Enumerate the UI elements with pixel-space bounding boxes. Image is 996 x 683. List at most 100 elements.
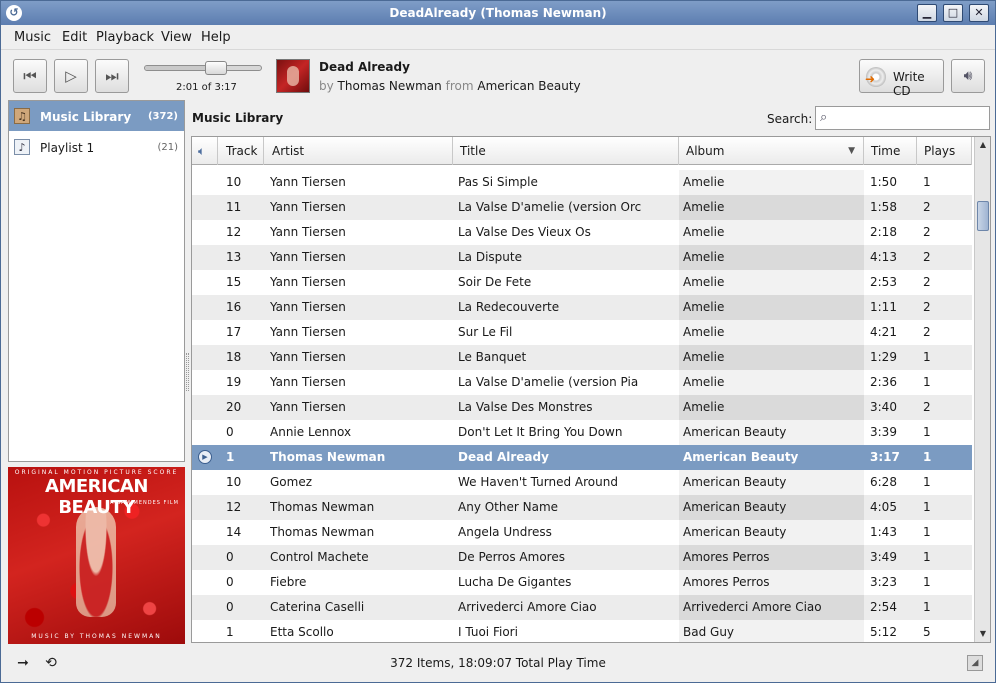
cell-album: Amelie [679, 370, 864, 395]
table-row[interactable]: 0 Fiebre Lucha De Gigantes Amores Perros 3:2… [192, 570, 972, 595]
minimize-icon[interactable]: ▁ [917, 4, 937, 22]
cell-track: 12 [226, 225, 242, 239]
volume-button[interactable]: 🔊︎ [951, 59, 985, 93]
scroll-up-icon[interactable]: ▲ [976, 138, 990, 152]
cell-title: Soir De Fete [458, 275, 532, 289]
table-row[interactable]: 0 Caterina Caselli Arrivederci Amore Ciao A… [192, 595, 972, 620]
previous-button[interactable]: ⏮ [13, 59, 47, 93]
play-button[interactable]: ▷ [54, 59, 88, 93]
sidebar-item-playlist-1[interactable]: ♪ Playlist 1 (21) [9, 132, 184, 162]
search-field[interactable]: ⌕ [815, 106, 990, 130]
menu-playback[interactable]: Playback [96, 30, 154, 45]
table-row[interactable]: 14 Thomas Newman Angela Undress American Be… [192, 520, 972, 545]
table-row[interactable]: 11 Yann Tiersen La Valse D'amelie (version… [192, 195, 972, 220]
cell-time: 4:13 [870, 250, 897, 264]
album-cover-art: ORIGINAL MOTION PICTURE SCORE AMERICAN B… [8, 467, 185, 644]
status-summary: 372 Items, 18:09:07 Total Play Time [390, 656, 606, 670]
column-header-artist[interactable]: Artist [265, 137, 453, 165]
table-row[interactable]: 18 Yann Tiersen Le Banquet Amelie 1:29 1 [192, 345, 972, 370]
table-row[interactable]: ▶ 1 Thomas Newman Dead Already American Beau… [192, 445, 972, 470]
sidebar-item-count: (372) [147, 111, 178, 122]
cell-title: La Redecouverte [458, 300, 560, 314]
column-header-track[interactable]: Track [219, 137, 264, 165]
cell-plays: 1 [923, 550, 931, 564]
title-bar[interactable]: ↺ DeadAlready (Thomas Newman) ▁ □ ✕ [1, 1, 995, 25]
now-playing-subtitle: by Thomas Newman from American Beauty [319, 79, 581, 93]
cell-track: 16 [226, 300, 242, 314]
table-row[interactable]: 12 Thomas Newman Any Other Name American Be… [192, 495, 972, 520]
cell-artist: Fiebre [270, 575, 307, 589]
close-icon[interactable]: ✕ [969, 4, 989, 22]
table-row[interactable]: 13 Yann Tiersen La Dispute Amelie 4:13 2 [192, 245, 972, 270]
scrollbar-thumb[interactable] [977, 201, 989, 231]
cell-artist: Yann Tiersen [270, 375, 346, 389]
table-row[interactable]: 19 Yann Tiersen La Valse D'amelie (version… [192, 370, 972, 395]
cell-album: Amelie [679, 220, 864, 245]
cell-artist: Yann Tiersen [270, 400, 346, 414]
cell-time: 6:28 [870, 475, 897, 489]
cell-track: 10 [226, 175, 242, 189]
write-cd-button[interactable]: ➜ Write CD [859, 59, 944, 98]
sidebar-item-music-library[interactable]: ♫ Music Library (372) [9, 101, 184, 131]
cell-album: Amelie [679, 245, 864, 270]
now-playing-column-header[interactable]: 🔈︎ [192, 137, 218, 165]
cell-artist: Yann Tiersen [270, 225, 346, 239]
cell-artist: Yann Tiersen [270, 325, 346, 339]
sort-down-icon: ▼ [848, 146, 855, 156]
scroll-down-icon[interactable]: ▼ [976, 627, 990, 641]
cell-track: 0 [226, 575, 234, 589]
table-row[interactable]: 0 Annie Lennox Don't Let It Bring You Down… [192, 420, 972, 445]
cell-album: Amores Perros [679, 570, 864, 595]
next-button[interactable]: ⏭ [95, 59, 129, 93]
toggle-browser-icon[interactable]: ◢ [967, 655, 983, 671]
menu-edit[interactable]: Edit [62, 30, 87, 45]
menu-music[interactable]: Music [14, 30, 51, 45]
cell-time: 2:53 [870, 275, 897, 289]
cell-time: 3:49 [870, 550, 897, 564]
vertical-scrollbar[interactable]: ▲ ▼ [974, 137, 990, 642]
column-header-title[interactable]: Title [453, 137, 679, 165]
cell-artist: Yann Tiersen [270, 300, 346, 314]
cell-track: 10 [226, 475, 242, 489]
table-row[interactable]: 17 Yann Tiersen Sur Le Fil Amelie 4:21 2 [192, 320, 972, 345]
column-header-time[interactable]: Time [864, 137, 917, 165]
table-row[interactable]: 20 Yann Tiersen La Valse Des Monstres Ameli… [192, 395, 972, 420]
table-row[interactable]: 1 Etta Scollo I Tuoi Fiori Bad Guy 5:12 5 [192, 620, 972, 642]
table-row[interactable]: 0 Control Machete De Perros Amores Amores P… [192, 545, 972, 570]
cell-time: 3:39 [870, 425, 897, 439]
cell-plays: 5 [923, 625, 931, 639]
cell-plays: 1 [923, 525, 931, 539]
speaker-icon: 🔈︎ [198, 144, 206, 158]
cell-track: 0 [226, 550, 234, 564]
menu-view[interactable]: View [161, 30, 192, 45]
cell-album: Bad Guy [679, 620, 864, 642]
table-row[interactable]: 10 Gomez We Haven't Turned Around American … [192, 470, 972, 495]
table-row[interactable]: 15 Yann Tiersen Soir De Fete Amelie 2:53 2 [192, 270, 972, 295]
menu-help[interactable]: Help [201, 30, 231, 45]
table-row[interactable]: 10 Yann Tiersen Pas Si Simple Amelie 1:50 1 [192, 170, 972, 195]
cell-artist: Caterina Caselli [270, 600, 365, 614]
cell-title: I Tuoi Fiori [458, 625, 518, 639]
source-list: ♫ Music Library (372) ♪ Playlist 1 (21) [8, 100, 185, 462]
cell-plays: 1 [923, 600, 931, 614]
seek-handle[interactable] [205, 61, 228, 75]
column-header-plays[interactable]: Plays [917, 137, 972, 165]
cell-album: Amelie [679, 270, 864, 295]
cell-plays: 2 [923, 325, 931, 339]
table-row[interactable]: 16 Yann Tiersen La Redecouverte Amelie 1:11 2 [192, 295, 972, 320]
cell-time: 3:17 [870, 450, 900, 464]
now-playing-title: Dead Already [319, 60, 410, 74]
cell-artist: Etta Scollo [270, 625, 334, 639]
pane-splitter[interactable] [186, 353, 189, 391]
maximize-icon[interactable]: □ [943, 4, 963, 22]
search-icon[interactable]: ⌕ [820, 110, 836, 126]
cell-plays: 1 [923, 425, 931, 439]
search-input[interactable] [838, 109, 986, 127]
seek-slider[interactable] [144, 61, 262, 75]
cell-album: Amelie [679, 345, 864, 370]
column-header-album[interactable]: Album ▼ [679, 137, 864, 165]
table-row[interactable]: 12 Yann Tiersen La Valse Des Vieux Os Ameli… [192, 220, 972, 245]
cell-artist: Thomas Newman [270, 500, 375, 514]
cell-album: Amelie [679, 295, 864, 320]
cell-plays: 2 [923, 225, 931, 239]
